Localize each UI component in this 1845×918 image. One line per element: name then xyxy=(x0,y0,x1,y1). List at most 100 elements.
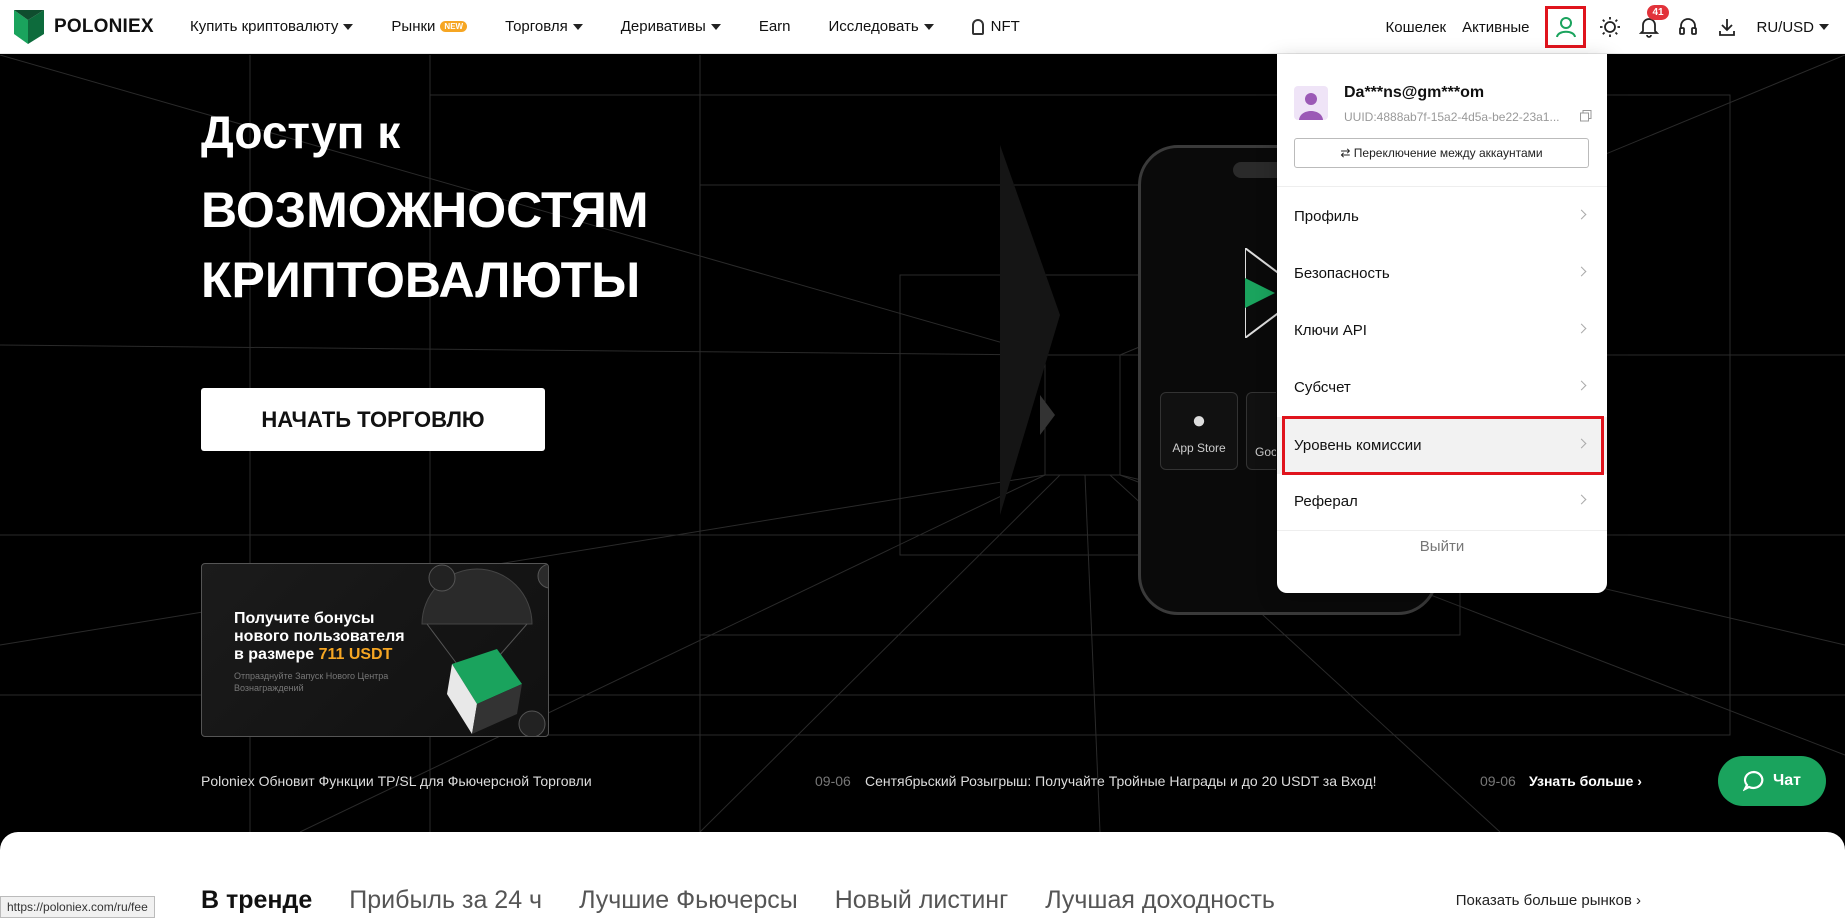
start-trading-button[interactable]: НАЧАТЬ ТОРГОВЛЮ xyxy=(201,388,545,451)
dropdown-divider xyxy=(1277,530,1607,531)
logo-text: POLONIEX xyxy=(54,15,154,37)
browser-status-url: https://poloniex.com/ru/fee xyxy=(0,896,155,918)
top-navbar: POLONIEX Купить криптовалюту Рынки NEW Т… xyxy=(0,0,1845,54)
currency-label: RU/USD xyxy=(1756,18,1814,36)
nav-buy-crypto[interactable]: Купить криптовалюту xyxy=(190,18,354,35)
menu-item-label: Безопасность xyxy=(1294,265,1390,282)
nav-nft[interactable]: NFT xyxy=(971,18,1020,35)
menu-item-referral[interactable]: Реферал xyxy=(1277,473,1607,530)
chat-label: Чат xyxy=(1773,772,1801,789)
download-button[interactable] xyxy=(1711,11,1743,43)
download-icon xyxy=(1719,19,1736,36)
logo[interactable]: POLONIEX xyxy=(14,9,190,44)
nav-explore-label: Исследовать xyxy=(828,18,919,35)
caret-down-icon xyxy=(343,23,354,30)
new-user-bonus-banner[interactable]: Получите бонусы нового пользователя в ра… xyxy=(201,563,549,737)
app-store-label: App Store xyxy=(1172,441,1226,455)
markets-tabs: В тренде Прибыль за 24 ч Лучшие Фьючерсы… xyxy=(201,886,1312,915)
user-account-dropdown: Da***ns@gm***om UUID:4888ab7f-15a2-4d5a-… xyxy=(1277,54,1607,593)
menu-item-label: Субсчет xyxy=(1294,379,1351,396)
caret-down-icon xyxy=(572,23,583,30)
chevron-right-icon xyxy=(1576,494,1587,505)
news-ticker-date: 09-06 xyxy=(1480,773,1516,789)
nav-right: Кошелек Активные 41 RU/USD xyxy=(1385,0,1845,54)
google-play-label: Goo xyxy=(1255,445,1276,459)
app-store-button[interactable]: ● App Store xyxy=(1160,392,1238,470)
nav-derivatives[interactable]: Деривативы xyxy=(621,18,721,35)
new-badge: NEW xyxy=(440,21,468,32)
avatar-user-icon xyxy=(1299,93,1323,120)
menu-item-fee-level[interactable]: Уровень комиссии xyxy=(1277,416,1607,475)
support-button[interactable] xyxy=(1672,11,1704,43)
avatar xyxy=(1294,86,1328,120)
tab-trending[interactable]: В тренде xyxy=(201,886,312,915)
user-icon xyxy=(1555,17,1576,38)
nav-markets[interactable]: Рынки NEW xyxy=(391,18,468,35)
menu-item-api-keys[interactable]: Ключи API xyxy=(1277,302,1607,359)
theme-toggle-button[interactable] xyxy=(1594,11,1626,43)
menu-item-label: Ключи API xyxy=(1294,322,1367,339)
wallet-link[interactable]: Кошелек xyxy=(1385,19,1446,36)
nav-derivatives-label: Деривативы xyxy=(620,18,706,35)
google-play-button[interactable]: Goo xyxy=(1246,392,1276,470)
chat-button[interactable]: Чат xyxy=(1718,756,1826,806)
chevron-right-icon xyxy=(1576,209,1587,220)
menu-item-label: Реферал xyxy=(1294,493,1358,510)
dropdown-divider xyxy=(1277,186,1607,187)
headset-icon xyxy=(1679,18,1698,35)
main-menu: Купить криптовалюту Рынки NEW Торговля Д… xyxy=(190,0,1058,54)
language-currency-selector[interactable]: RU/USD xyxy=(1756,19,1829,36)
caret-down-icon xyxy=(710,23,721,30)
tab-new-listing[interactable]: Новый листинг xyxy=(835,886,1009,915)
tab-profit-24h[interactable]: Прибыль за 24 ч xyxy=(349,886,542,915)
copy-icon[interactable] xyxy=(1580,110,1592,122)
menu-item-label: Уровень комиссии xyxy=(1294,437,1422,454)
apple-icon: ● xyxy=(1191,407,1207,434)
show-more-markets-link[interactable]: Показать больше рынков › xyxy=(1456,892,1641,909)
switch-accounts-button[interactable]: ⇄ Переключение между аккаунтами xyxy=(1294,138,1589,168)
nav-trading-label: Торговля xyxy=(505,18,568,35)
logout-button[interactable]: Выйти xyxy=(1277,538,1607,555)
nav-nft-label: NFT xyxy=(990,18,1020,35)
hero-title-main: ВОЗМОЖНОСТЯМ КРИПТОВАЛЮТЫ xyxy=(201,175,649,315)
news-ticker-item[interactable]: Poloniex Обновит Функции TP/SL для Фьюче… xyxy=(201,773,592,789)
notifications-button[interactable]: 41 xyxy=(1633,5,1669,43)
menu-item-security[interactable]: Безопасность xyxy=(1277,245,1607,302)
chevron-right-icon xyxy=(1576,380,1587,391)
account-header: Da***ns@gm***om UUID:4888ab7f-15a2-4d5a-… xyxy=(1294,84,1594,140)
account-email: Da***ns@gm***om xyxy=(1344,84,1485,101)
hero-title-line1: Доступ к xyxy=(201,106,401,158)
markets-section: В тренде Прибыль за 24 ч Лучшие Фьючерсы… xyxy=(0,832,1845,918)
nav-earn[interactable]: Earn xyxy=(759,18,791,35)
nav-earn-label: Earn xyxy=(758,18,791,35)
nft-icon xyxy=(971,18,984,35)
menu-item-label: Профиль xyxy=(1294,208,1359,225)
nav-trading[interactable]: Торговля xyxy=(505,18,583,35)
promo-line3-prefix: в размере xyxy=(234,646,319,663)
poloniex-logo-icon xyxy=(14,9,44,44)
chevron-right-icon xyxy=(1576,266,1587,277)
nav-buy-crypto-label: Купить криптовалюту xyxy=(190,18,339,35)
caret-down-icon xyxy=(1819,24,1829,30)
notification-count-badge: 41 xyxy=(1647,5,1669,20)
caret-down-icon xyxy=(923,23,934,30)
assets-link[interactable]: Активные xyxy=(1462,19,1529,36)
hero-title-line3: КРИПТОВАЛЮТЫ xyxy=(201,252,641,308)
news-ticker-item[interactable]: Сентябрьский Розыгрыш: Получайте Тройные… xyxy=(865,773,1376,789)
gift-parachute-illustration xyxy=(421,564,548,736)
chevron-right-icon xyxy=(1576,323,1587,334)
theme-sun-icon xyxy=(1600,17,1621,37)
menu-item-subaccount[interactable]: Субсчет xyxy=(1277,359,1607,416)
menu-item-profile[interactable]: Профиль xyxy=(1277,188,1607,245)
nav-explore[interactable]: Исследовать xyxy=(829,18,934,35)
user-account-button[interactable] xyxy=(1545,6,1587,48)
account-uid: UUID:4888ab7f-15a2-4d5a-be22-23a1... xyxy=(1344,110,1560,124)
chevron-right-icon xyxy=(1576,438,1587,449)
news-ticker-date: 09-06 xyxy=(815,773,851,789)
tab-best-yield[interactable]: Лучшая доходность xyxy=(1045,886,1275,915)
nav-markets-label: Рынки xyxy=(391,18,436,35)
learn-more-link[interactable]: Узнать больше › xyxy=(1529,773,1642,789)
chat-bubble-icon xyxy=(1743,770,1764,792)
hero-title-line2: ВОЗМОЖНОСТЯМ xyxy=(201,182,649,238)
tab-best-futures[interactable]: Лучшие Фьючерсы xyxy=(579,886,798,915)
